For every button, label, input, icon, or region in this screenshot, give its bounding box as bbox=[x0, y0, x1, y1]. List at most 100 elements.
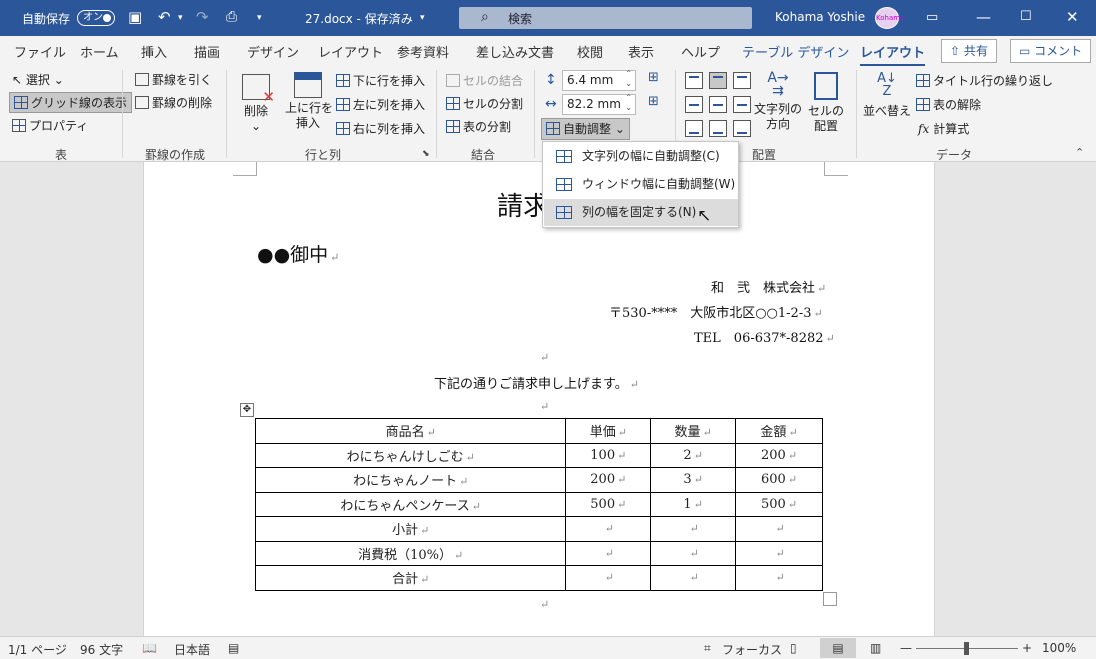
comment-button[interactable]: ▭ コメント bbox=[1010, 39, 1092, 63]
table-cell[interactable]: 200 ↵ bbox=[735, 442, 823, 468]
align-top-center-button[interactable] bbox=[709, 72, 727, 89]
tab-references[interactable]: 参考資料 bbox=[397, 42, 449, 61]
table-cell[interactable]: ↵ bbox=[735, 516, 823, 542]
zoom-out-icon[interactable]: — bbox=[900, 641, 912, 655]
track-changes-icon[interactable]: ▤ bbox=[228, 641, 239, 655]
table-cell[interactable]: ↵ bbox=[735, 540, 823, 566]
distribute-columns-icon[interactable]: ⊞ bbox=[648, 95, 659, 109]
align-bottom-right-button[interactable] bbox=[733, 120, 751, 137]
table-cell[interactable]: 500 ↵ bbox=[735, 491, 823, 517]
align-center-left-button[interactable] bbox=[685, 96, 703, 113]
table-header-cell[interactable]: 数量 ↵ bbox=[650, 418, 737, 444]
tab-table-layout[interactable]: レイアウト bbox=[860, 42, 926, 67]
table-cell[interactable]: 消費税（10%） ↵ bbox=[254, 540, 567, 566]
table-move-handle-icon[interactable]: ✥ bbox=[240, 403, 254, 417]
table-header-cell[interactable]: 商品名 ↵ bbox=[254, 418, 567, 444]
proofing-icon[interactable]: 📖 bbox=[142, 641, 157, 655]
zoom-slider-thumb[interactable] bbox=[964, 642, 969, 655]
table-cell[interactable]: ↵ bbox=[565, 540, 652, 566]
merge-cells-button[interactable]: セルの結合 bbox=[446, 74, 523, 88]
word-count[interactable]: 96 文字 bbox=[80, 641, 123, 658]
title-chevron-icon[interactable]: ▾ bbox=[420, 13, 425, 23]
tab-layout[interactable]: レイアウト bbox=[318, 42, 383, 61]
close-icon[interactable]: ✕ bbox=[1066, 8, 1079, 26]
align-bottom-left-button[interactable] bbox=[685, 120, 703, 137]
print-layout-icon[interactable]: ▤ bbox=[820, 638, 856, 658]
table-cell[interactable]: 500 ↵ bbox=[565, 491, 652, 517]
align-top-right-button[interactable] bbox=[733, 72, 751, 89]
web-layout-icon[interactable]: ▥ bbox=[870, 641, 881, 655]
tab-draw[interactable]: 描画 bbox=[194, 42, 220, 61]
collapse-ribbon-icon[interactable]: ⌃ bbox=[1075, 146, 1084, 159]
table-cell[interactable]: 2 ↵ bbox=[650, 442, 737, 468]
table-cell[interactable]: 200 ↵ bbox=[565, 467, 652, 493]
autofit-button[interactable]: 自動調整 ⌄ bbox=[541, 118, 630, 140]
draw-table-button[interactable]: 罫線を引く bbox=[135, 73, 212, 87]
zoom-in-icon[interactable]: + bbox=[1022, 641, 1032, 655]
row-height-input[interactable]: 6.4 mm bbox=[562, 69, 636, 91]
cell-margins-button[interactable]: セルの 配置 bbox=[806, 72, 846, 134]
ribbon-display-options-icon[interactable]: ▭ bbox=[926, 10, 938, 25]
document-title[interactable]: 27.docx - 保存済み bbox=[305, 10, 413, 27]
tab-view[interactable]: 表示 bbox=[628, 42, 654, 61]
customize-qat-icon[interactable]: ▾ bbox=[257, 13, 262, 23]
user-name[interactable]: Kohama Yoshie bbox=[775, 10, 865, 24]
tab-design[interactable]: デザイン bbox=[247, 42, 299, 61]
tab-mailings[interactable]: 差し込み文書 bbox=[476, 42, 554, 61]
select-button[interactable]: ↖ 選択 ⌄ bbox=[12, 73, 64, 87]
table-cell[interactable]: 100 ↵ bbox=[565, 442, 652, 468]
undo-dropdown-icon[interactable]: ▾ bbox=[178, 13, 183, 23]
table-cell[interactable]: 3 ↵ bbox=[650, 467, 737, 493]
print-icon[interactable]: ⎙ bbox=[226, 9, 237, 25]
autosave-toggle[interactable]: オン bbox=[77, 10, 115, 26]
distribute-rows-icon[interactable]: ⊞ bbox=[648, 71, 659, 85]
undo-icon[interactable]: ↶ bbox=[158, 8, 171, 26]
table-cell[interactable]: ↵ bbox=[650, 540, 737, 566]
tab-table-design[interactable]: テーブル デザイン bbox=[742, 42, 849, 61]
tab-file[interactable]: ファイル bbox=[14, 42, 66, 61]
text-direction-button[interactable]: A→ ⇉ 文字列の 方向 bbox=[754, 71, 802, 132]
insert-above-button[interactable]: 上に行を 挿入 bbox=[285, 72, 333, 131]
page-count[interactable]: 1/1 ページ bbox=[8, 641, 67, 658]
insert-below-button[interactable]: 下に行を挿入 bbox=[336, 74, 425, 88]
delete-button[interactable]: ✕ 削除 ⌄ bbox=[237, 72, 275, 134]
zoom-level[interactable]: 100% bbox=[1042, 641, 1076, 655]
table-cell[interactable]: ↵ bbox=[650, 565, 737, 591]
invoice-table[interactable]: 商品名 ↵ 単価 ↵ 数量 ↵ 金額 ↵ わにちゃんけしごむ ↵ 100 ↵ 2 ↵ 200 ↵ わにちゃんノー… bbox=[254, 418, 823, 591]
properties-button[interactable]: プロパティ bbox=[12, 119, 88, 133]
split-cells-button[interactable]: セルの分割 bbox=[446, 97, 523, 111]
repeat-header-rows-button[interactable]: タイトル行の繰り返し bbox=[916, 74, 1053, 88]
table-header-cell[interactable]: 単価 ↵ bbox=[565, 418, 652, 444]
view-gridlines-button[interactable]: グリッド線の表示 bbox=[9, 92, 133, 113]
table-cell[interactable]: ↵ bbox=[565, 565, 652, 591]
eraser-button[interactable]: 罫線の削除 bbox=[135, 96, 212, 110]
tab-insert[interactable]: 挿入 bbox=[141, 42, 167, 61]
redo-icon[interactable]: ↷ bbox=[196, 8, 209, 26]
table-cell[interactable]: 1 ↵ bbox=[650, 491, 737, 517]
tab-home[interactable]: ホーム bbox=[80, 42, 119, 61]
table-cell[interactable]: ↵ bbox=[565, 516, 652, 542]
avatar[interactable]: Kohama bbox=[875, 7, 904, 29]
formula-button[interactable]: fx 計算式 bbox=[918, 122, 969, 136]
table-cell[interactable]: わにちゃんペンケース ↵ bbox=[254, 491, 567, 517]
maximize-icon[interactable]: ☐ bbox=[1020, 9, 1032, 24]
focus-mode[interactable]: フォーカス bbox=[722, 641, 782, 658]
tab-help[interactable]: ヘルプ bbox=[681, 42, 720, 61]
column-width-input[interactable]: 82.2 mm bbox=[562, 93, 636, 115]
split-table-button[interactable]: 表の分割 bbox=[446, 120, 511, 134]
share-button[interactable]: ⇧ 共有 bbox=[941, 39, 997, 63]
language[interactable]: 日本語 bbox=[174, 641, 210, 658]
dialog-launcher-icon[interactable]: ⬊ bbox=[422, 149, 430, 159]
table-cell[interactable]: わにちゃんノート ↵ bbox=[254, 467, 567, 493]
insert-right-button[interactable]: 右に列を挿入 bbox=[336, 122, 425, 136]
table-cell[interactable]: 600 ↵ bbox=[735, 467, 823, 493]
align-bottom-center-button[interactable] bbox=[709, 120, 727, 137]
table-cell[interactable]: 合計 ↵ bbox=[254, 565, 567, 591]
table-cell[interactable]: ↵ bbox=[650, 516, 737, 542]
insert-left-button[interactable]: 左に列を挿入 bbox=[336, 98, 425, 112]
table-cell[interactable]: わにちゃんけしごむ ↵ bbox=[254, 442, 567, 468]
align-center-right-button[interactable] bbox=[733, 96, 751, 113]
search-box[interactable]: ⌕ 検索 bbox=[459, 7, 752, 29]
convert-to-text-button[interactable]: 表の解除 bbox=[916, 98, 981, 112]
tab-review[interactable]: 校閲 bbox=[577, 42, 603, 61]
